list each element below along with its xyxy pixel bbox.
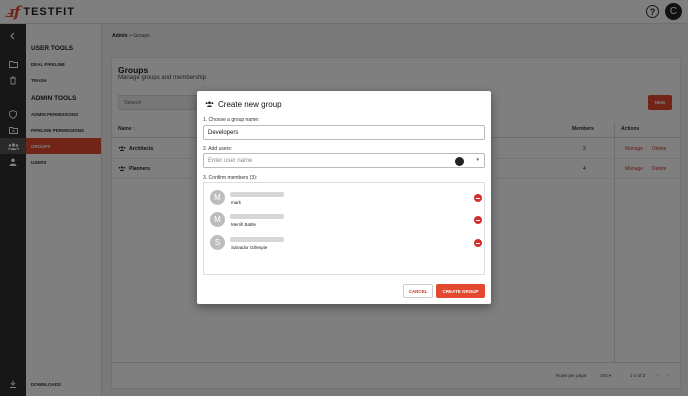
step3-label: 3. Confirm members (3): xyxy=(203,175,258,181)
member-avatar: S xyxy=(210,235,225,250)
step1-label: 1. Choose a group name: xyxy=(203,117,260,123)
member-name: mark xyxy=(231,200,241,205)
remove-member-icon[interactable] xyxy=(474,216,482,224)
dialog-title-text: Create new group xyxy=(218,100,282,109)
member-name: Merrill Battle xyxy=(231,222,257,227)
member-item: M mark xyxy=(210,190,482,210)
dialog-title: Create new group xyxy=(205,100,282,109)
blurred-email xyxy=(230,237,284,242)
add-users-placeholder: Enter user name xyxy=(208,158,253,164)
chevron-down-icon[interactable]: ▾ xyxy=(476,157,479,163)
member-avatar: M xyxy=(210,190,225,205)
user-avatar-icon xyxy=(455,157,464,166)
remove-member-icon[interactable] xyxy=(474,239,482,247)
members-list: M mark M Merrill Battle S Salvador Gille… xyxy=(203,182,485,275)
create-group-dialog: Create new group 1. Choose a group name:… xyxy=(197,91,491,304)
member-item: M Merrill Battle xyxy=(210,212,482,232)
group-name-input[interactable]: Developers xyxy=(203,125,485,140)
step2-label: 2. Add users: xyxy=(203,146,233,152)
member-item: S Salvador Gillespie xyxy=(210,235,482,255)
create-group-button[interactable]: CREATE GROUP xyxy=(436,284,485,298)
add-users-input[interactable]: Enter user name ▾ xyxy=(203,153,485,168)
blurred-email xyxy=(230,192,284,197)
remove-member-icon[interactable] xyxy=(474,194,482,202)
blurred-email xyxy=(230,214,284,219)
member-avatar: M xyxy=(210,212,225,227)
cancel-button[interactable]: CANCEL xyxy=(403,284,433,298)
groups-icon xyxy=(205,100,214,109)
member-name: Salvador Gillespie xyxy=(231,245,268,250)
